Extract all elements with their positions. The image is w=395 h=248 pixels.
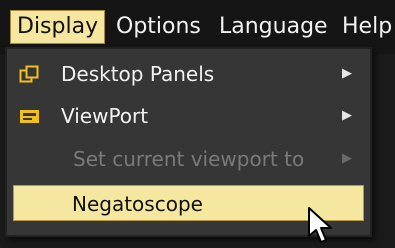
menu-language[interactable]: Language	[219, 10, 328, 44]
menu-bar: Display Options Language Help	[0, 0, 395, 54]
menu-item-set-current-viewport: Set current viewport to ▶	[13, 141, 364, 177]
submenu-arrow-icon: ▶	[342, 151, 352, 166]
menu-item-label: Set current viewport to	[73, 147, 305, 171]
menu-item-label: ViewPort	[61, 104, 149, 128]
menu-item-desktop-panels[interactable]: Desktop Panels ▶	[13, 56, 364, 92]
mouse-pointer-icon	[308, 207, 332, 243]
menu-options[interactable]: Options	[116, 10, 201, 44]
menu-item-label: Negatoscope	[72, 192, 203, 216]
viewport-icon	[20, 110, 39, 123]
menu-help[interactable]: Help	[342, 10, 392, 44]
menu-item-viewport[interactable]: ViewPort ▶	[13, 98, 364, 134]
submenu-arrow-icon: ▶	[342, 66, 352, 81]
submenu-arrow-icon: ▶	[342, 108, 352, 123]
app-window: Display Options Language Help Desktop Pa…	[0, 0, 395, 248]
menu-item-label: Desktop Panels	[61, 62, 215, 86]
desktop-panels-icon	[19, 65, 39, 83]
menu-display[interactable]: Display	[10, 10, 106, 44]
